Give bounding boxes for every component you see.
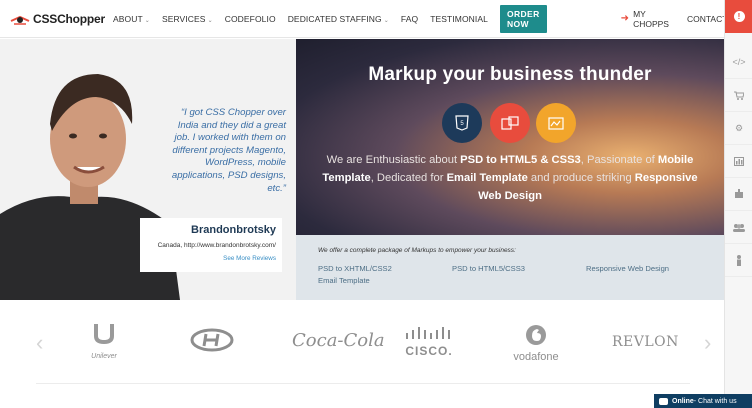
chat-status: Online bbox=[672, 397, 694, 405]
chevron-down-icon: ⌄ bbox=[144, 17, 150, 24]
offer-heading: We offer a complete package of Markups t… bbox=[318, 247, 516, 254]
unilever-logo-text: Unilever bbox=[91, 353, 117, 360]
chevron-down-icon: ⌄ bbox=[207, 17, 213, 24]
vodafone-logo-text: vodafone bbox=[513, 351, 559, 363]
mobile-devices-icon bbox=[490, 103, 530, 143]
nav-about-label: ABOUT bbox=[113, 13, 143, 24]
testimonial-author-name: Brandonbrotsky bbox=[191, 224, 276, 236]
coca-cola-logo: Coca-Cola bbox=[292, 330, 385, 351]
cisco-logo-text: CISCO. bbox=[405, 344, 453, 358]
nav-about[interactable]: ABOUT ⌄ bbox=[113, 14, 150, 24]
offer-link-html5[interactable]: PSD to HTML5/CSS3 bbox=[452, 264, 525, 273]
svg-text:5: 5 bbox=[460, 121, 464, 127]
hero-desc-psd-html5: PSD to HTML5 & CSS3 bbox=[460, 154, 581, 166]
chopper-logo-icon bbox=[10, 12, 30, 26]
unilever-logo: Unilever bbox=[84, 322, 124, 360]
gear-icon[interactable]: ⚙ bbox=[725, 112, 752, 145]
alert-icon: ! bbox=[733, 11, 745, 22]
hyundai-logo bbox=[190, 328, 234, 357]
offer-link-xhtml[interactable]: PSD to XHTML/CSS2 bbox=[318, 264, 392, 273]
live-chat-widget[interactable]: Online - Chat with us bbox=[654, 394, 752, 408]
sign-in-icon: ➜ bbox=[620, 13, 630, 24]
client-logos-strip: ‹ Unilever Coca-Cola CISCO. vodafone REV… bbox=[0, 300, 724, 384]
hero-banner: Markup your business thunder 5 We are En… bbox=[296, 39, 724, 235]
revlon-logo: REVLON bbox=[612, 334, 679, 350]
person-icon[interactable] bbox=[725, 244, 752, 277]
nav-services[interactable]: SERVICES ⌄ bbox=[162, 14, 213, 24]
nav-services-label: SERVICES bbox=[161, 13, 206, 24]
nav-testimonial-label: TESTIMONIAL bbox=[430, 13, 488, 24]
nav-codefolio-label: CODEFOLIO bbox=[224, 13, 276, 24]
chat-bubble-icon bbox=[659, 397, 668, 405]
see-more-reviews-link[interactable]: See More Reviews bbox=[140, 255, 276, 262]
hero-description: We are Enthusiastic about PSD to HTML5 &… bbox=[318, 151, 702, 205]
my-chopps-link[interactable]: ➜ MY CHOPPS bbox=[621, 9, 669, 29]
order-now-button[interactable]: ORDER NOW bbox=[499, 4, 547, 33]
hero-desc-text: , Dedicated for bbox=[370, 172, 447, 184]
email-template-icon bbox=[536, 103, 576, 143]
main-nav: ABOUT ⌄ SERVICES ⌄ CODEFOLIO DEDICATED STA… bbox=[113, 0, 727, 38]
offer-panel: We offer a complete package of Markups t… bbox=[296, 235, 724, 300]
site-header: CSSChopper ABOUT ⌄ SERVICES ⌄ CODEFOLIO DE… bbox=[0, 0, 727, 38]
code-icon[interactable]: </> bbox=[725, 46, 752, 79]
hero-title: Markup your business thunder bbox=[368, 64, 652, 85]
hero-desc-text: and produce striking bbox=[527, 172, 635, 184]
section-divider bbox=[36, 383, 690, 384]
cisco-logo: CISCO. bbox=[402, 326, 456, 358]
nav-dedicated-staffing-label: DEDICATED STAFFING bbox=[287, 13, 382, 24]
right-toolbar: ! </> ⚙ bbox=[724, 0, 752, 408]
chevron-down-icon: ⌄ bbox=[383, 17, 389, 24]
hero-desc-text: , Passionate of bbox=[580, 154, 658, 166]
testimonial-panel: “I got CSS Chopper over India and they d… bbox=[0, 39, 296, 300]
testimonial-quote: “I got CSS Chopper over India and they d… bbox=[171, 107, 286, 194]
carousel-next-arrow[interactable]: › bbox=[704, 330, 711, 356]
alert-button[interactable]: ! bbox=[725, 0, 752, 33]
offer-link-responsive[interactable]: Responsive Web Design bbox=[586, 264, 669, 273]
contact-link[interactable]: CONTACT bbox=[687, 14, 727, 24]
nav-faq-label: FAQ bbox=[400, 13, 419, 24]
testimonial-author-card: Brandonbrotsky Canada, http://www.brando… bbox=[140, 218, 282, 272]
testimonial-author-location: Canada, http://www.brandonbrotsky.com/ bbox=[157, 242, 276, 249]
carousel-prev-arrow[interactable]: ‹ bbox=[36, 330, 43, 356]
nav-codefolio[interactable]: CODEFOLIO bbox=[225, 14, 276, 24]
chat-label: - Chat with us bbox=[693, 397, 737, 405]
hero-desc-text: We are Enthusiastic about bbox=[326, 154, 461, 166]
chart-icon[interactable] bbox=[725, 145, 752, 178]
logo-text: CSSChopper bbox=[33, 11, 106, 26]
team-icon[interactable] bbox=[725, 211, 752, 244]
vodafone-logo: vodafone bbox=[508, 324, 564, 363]
offer-link-email[interactable]: Email Template bbox=[318, 276, 370, 285]
html5-icon: 5 bbox=[442, 103, 482, 143]
logo[interactable]: CSSChopper bbox=[10, 12, 105, 26]
robot-icon[interactable] bbox=[725, 178, 752, 211]
hero-desc-email-template: Email Template bbox=[446, 172, 528, 184]
cart-icon[interactable] bbox=[725, 79, 752, 112]
nav-dedicated-staffing[interactable]: DEDICATED STAFFING ⌄ bbox=[288, 14, 389, 24]
nav-testimonial[interactable]: TESTIMONIAL bbox=[430, 14, 488, 24]
my-chopps-label: MY CHOPPS bbox=[633, 8, 669, 29]
nav-faq[interactable]: FAQ bbox=[401, 14, 418, 24]
